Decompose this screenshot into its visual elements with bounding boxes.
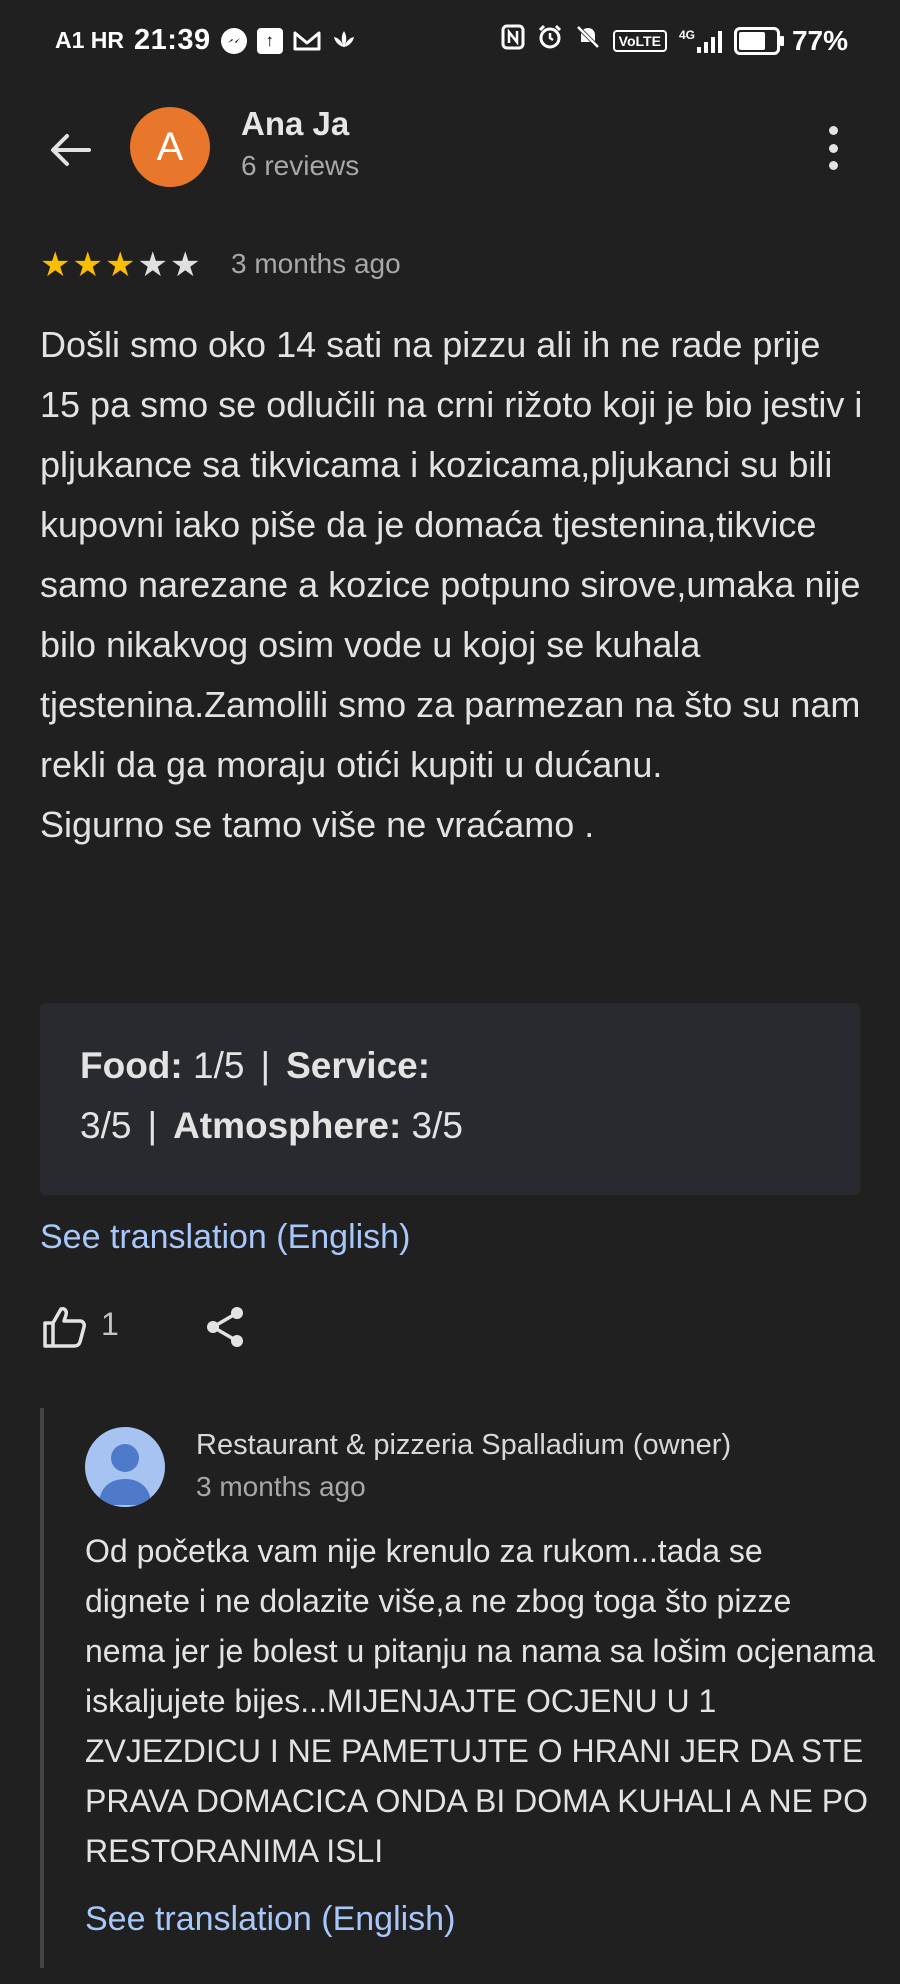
star-filled-icon: ★: [40, 246, 71, 284]
owner-name: Restaurant & pizzeria Spalladium (owner): [196, 1429, 732, 1461]
upload-icon: ↑: [256, 27, 283, 54]
battery-icon: [733, 26, 784, 55]
service-value: 3/5: [80, 1105, 132, 1146]
owner-reply-text: Od početka vam nije krenulo za rukom...t…: [85, 1533, 875, 1869]
review-time: 3 months ago: [231, 248, 401, 279]
star-filled-icon: ★: [104, 246, 136, 284]
atmosphere-label: Atmosphere:: [173, 1105, 402, 1146]
ratings-breakdown-text: Food: 1/5 | Service: 3/5 | Atmosphere: 3/5: [80, 1036, 560, 1156]
food-label: Food:: [80, 1045, 183, 1086]
star-rating: ★ ★ ★ ★ ★: [40, 247, 200, 283]
volte-icon: VoLTE: [612, 29, 667, 52]
star-empty-icon: ★: [137, 246, 168, 284]
messenger-icon: [220, 27, 247, 54]
thumbs-up-icon: [43, 1307, 86, 1348]
author-name[interactable]: Ana Ja: [241, 105, 349, 143]
owner-see-translation-link[interactable]: See translation (English): [85, 1900, 455, 1939]
separator: |: [147, 1105, 158, 1146]
atmosphere-value: 3/5: [411, 1105, 463, 1146]
signal-icon: 4G: [679, 29, 722, 53]
back-button[interactable]: [45, 124, 97, 176]
separator: |: [260, 1045, 271, 1086]
arrow-back-icon: [51, 134, 91, 166]
author-avatar[interactable]: A: [130, 107, 210, 187]
like-button[interactable]: [40, 1302, 90, 1352]
battery-level: [738, 31, 765, 50]
owner-avatar[interactable]: [85, 1427, 165, 1507]
status-bar-left: A1 HR 21:39 ↑: [55, 24, 357, 57]
lotus-icon: [331, 28, 357, 54]
like-count: 1: [101, 1306, 119, 1342]
alarm-icon: [537, 24, 563, 57]
star-filled-icon: ★: [72, 246, 103, 284]
nfc-icon: [501, 24, 525, 57]
clock: 21:39: [134, 24, 211, 56]
food-value: 1/5: [193, 1045, 245, 1086]
star-empty-icon: ★: [169, 246, 201, 284]
carrier-label: A1 HR: [55, 27, 125, 53]
more-vert-icon: [828, 126, 838, 135]
review-text: Došli smo oko 14 sati na pizzu ali ih ne…: [40, 324, 863, 845]
reply-indent-bar: [40, 1408, 44, 1968]
share-button[interactable]: [200, 1302, 250, 1352]
service-label: Service:: [286, 1045, 431, 1086]
author-review-count: 6 reviews: [241, 150, 360, 181]
person-icon: [99, 1444, 151, 1505]
status-bar-right: VoLTE 4G 77%: [501, 24, 848, 57]
network-label: 4G: [678, 27, 695, 42]
more-options-button[interactable]: [812, 120, 854, 176]
owner-reply-time: 3 months ago: [196, 1471, 366, 1502]
share-icon: [207, 1307, 243, 1347]
gmail-icon: [293, 28, 321, 54]
mute-icon: [575, 24, 601, 57]
battery-percent: 77%: [791, 24, 848, 56]
status-bar: A1 HR 21:39 ↑ VoLTE 4G 77%: [0, 0, 900, 88]
see-translation-link[interactable]: See translation (English): [40, 1218, 410, 1257]
